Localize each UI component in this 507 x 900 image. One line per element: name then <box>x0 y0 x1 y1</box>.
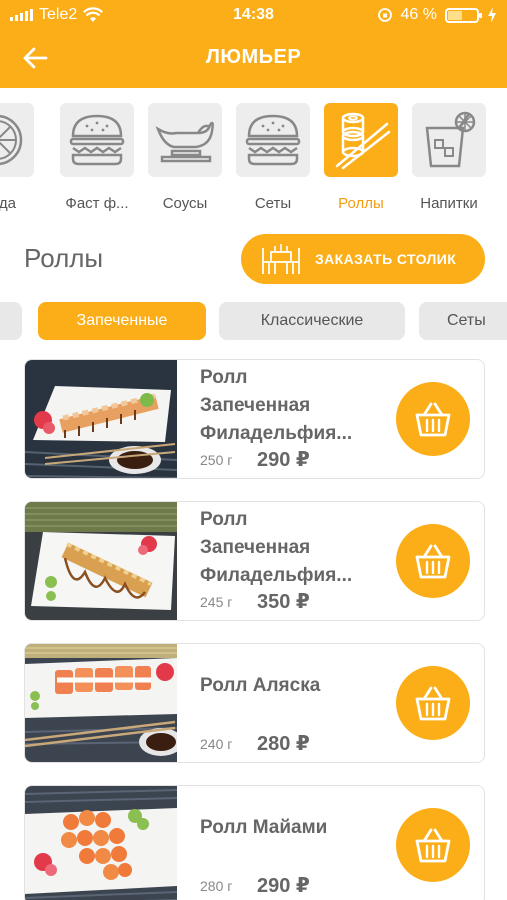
category-tile <box>0 103 34 177</box>
category-item-sets[interactable]: Сеты <box>236 103 316 212</box>
product-price: 350 ₽ <box>257 591 310 613</box>
product-name: Ролл Запеченная Филадельфия... <box>200 367 353 444</box>
product-weight: 245 г <box>200 594 233 610</box>
battery-icon <box>445 7 482 23</box>
category-item-pizza[interactable]: да <box>0 103 40 212</box>
add-to-cart-button[interactable] <box>396 382 470 456</box>
order-table-label: ЗАКАЗАТЬ СТОЛИК <box>315 251 457 267</box>
product-photo <box>25 786 177 900</box>
order-table-button[interactable]: ЗАКАЗАТЬ СТОЛИК <box>241 234 485 284</box>
product-photo <box>25 360 177 478</box>
subtab-sets[interactable]: Сеты <box>419 302 507 340</box>
basket-icon <box>415 402 451 437</box>
subtab-prev[interactable] <box>0 302 22 340</box>
product-weight: 250 г <box>200 452 233 468</box>
subcategory-tabs[interactable]: Запеченные Классические Сеты <box>0 300 507 342</box>
product-price: 280 ₽ <box>257 733 310 755</box>
add-to-cart-button[interactable] <box>396 524 470 598</box>
product-card[interactable]: Ролл Аляска 240 г 280 ₽ <box>24 643 485 763</box>
basket-icon <box>415 828 451 863</box>
basket-icon <box>415 686 451 721</box>
sushi-chopsticks-icon <box>335 112 391 170</box>
category-tile <box>324 103 398 177</box>
subtab-baked[interactable]: Запеченные <box>38 302 206 340</box>
battery-percent: 46 % <box>400 6 437 23</box>
orientation-lock-icon <box>377 8 392 22</box>
pizza-icon <box>0 114 23 166</box>
product-name: Ролл Запеченная Филадельфия... <box>200 509 353 586</box>
category-label: Сеты <box>254 195 292 212</box>
gravy-boat-icon <box>155 121 214 163</box>
category-item-drinks[interactable]: Напитки <box>412 103 492 212</box>
category-label: да <box>0 195 16 212</box>
add-to-cart-button[interactable] <box>396 666 470 740</box>
section-title: Роллы <box>24 243 104 273</box>
category-label: Роллы <box>338 195 384 212</box>
page-title: ЛЮМЬЕР <box>205 46 302 68</box>
category-strip[interactable]: да Фаст ф... Соусы Сеты Роллы Напитки <box>0 88 507 228</box>
product-card[interactable]: Ролл Запеченная Филадельфия... 250 г 290… <box>24 359 485 479</box>
dining-table-icon <box>262 244 300 274</box>
category-tile <box>412 103 486 177</box>
product-name: Ролл Аляска <box>200 675 321 696</box>
product-photo <box>25 644 177 762</box>
drink-glass-icon <box>425 111 476 168</box>
category-tile <box>148 103 222 177</box>
category-label: Напитки <box>420 195 478 212</box>
category-item-fastfood[interactable]: Фаст ф... <box>60 103 140 212</box>
app-header: Tele2 14:38 46 % ЛЮМЬЕР <box>0 0 507 88</box>
product-card[interactable]: Ролл Запеченная Филадельфия... 245 г 350… <box>24 501 485 621</box>
product-weight: 240 г <box>200 736 233 752</box>
category-tile <box>60 103 134 177</box>
status-right: 46 % <box>377 6 497 24</box>
category-item-sauces[interactable]: Соусы <box>148 103 228 212</box>
product-name: Ролл Майами <box>200 817 328 838</box>
nav-bar: ЛЮМЬЕР <box>0 30 507 88</box>
product-photo <box>25 502 177 620</box>
category-label: Соусы <box>162 195 208 212</box>
product-price: 290 ₽ <box>257 875 310 897</box>
product-card[interactable]: Ролл Майами 280 г 290 ₽ <box>24 785 485 900</box>
category-label: Фаст ф... <box>65 195 129 212</box>
category-item-rolls[interactable]: Роллы <box>324 103 404 212</box>
product-price: 290 ₽ <box>257 449 310 471</box>
basket-icon <box>415 544 451 579</box>
add-to-cart-button[interactable] <box>396 808 470 882</box>
burger-icon <box>245 114 301 166</box>
charging-icon <box>488 7 496 23</box>
subtab-classic[interactable]: Классические <box>219 302 405 340</box>
product-weight: 280 г <box>200 878 233 894</box>
status-bar: Tele2 14:38 46 % <box>0 0 507 30</box>
category-tile <box>236 103 310 177</box>
burger-icon <box>69 114 125 166</box>
